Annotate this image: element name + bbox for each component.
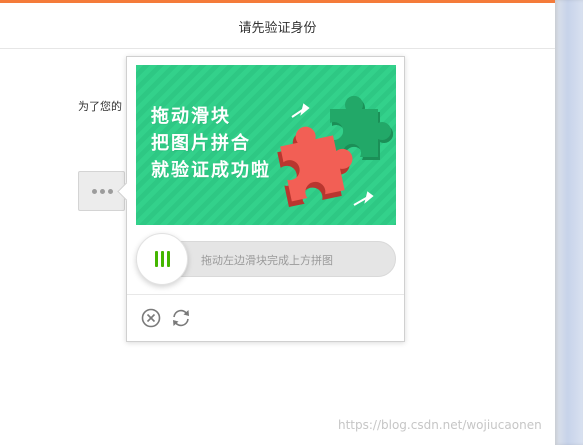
captcha-image: 拖动滑块 把图片拼合 就验证成功啦 xyxy=(136,65,396,225)
page-title: 请先验证身份 xyxy=(238,21,317,36)
close-icon xyxy=(141,308,161,328)
grip-icon xyxy=(155,251,158,267)
grip-icon xyxy=(167,251,170,267)
dot-icon xyxy=(100,189,105,194)
grip-icon xyxy=(161,251,164,267)
puzzle-pieces-icon xyxy=(277,95,394,208)
page-header: 请先验证身份 xyxy=(0,3,555,49)
dot-icon xyxy=(92,189,97,194)
dot-icon xyxy=(108,189,113,194)
captcha-popup: 拖动滑块 把图片拼合 就验证成功啦 拖动左边滑块完成上方拼图 xyxy=(117,56,405,342)
refresh-icon xyxy=(173,309,189,327)
refresh-button[interactable] xyxy=(170,307,192,329)
watermark: https://blog.csdn.net/wojiucaonen xyxy=(338,418,542,432)
slider-hint: 拖动左边滑块完成上方拼图 xyxy=(201,254,333,267)
notice-text: 为了您的 xyxy=(78,100,122,113)
close-button[interactable] xyxy=(140,307,162,329)
slider-handle[interactable] xyxy=(136,233,188,285)
divider xyxy=(127,294,404,295)
window-edge xyxy=(555,0,583,445)
